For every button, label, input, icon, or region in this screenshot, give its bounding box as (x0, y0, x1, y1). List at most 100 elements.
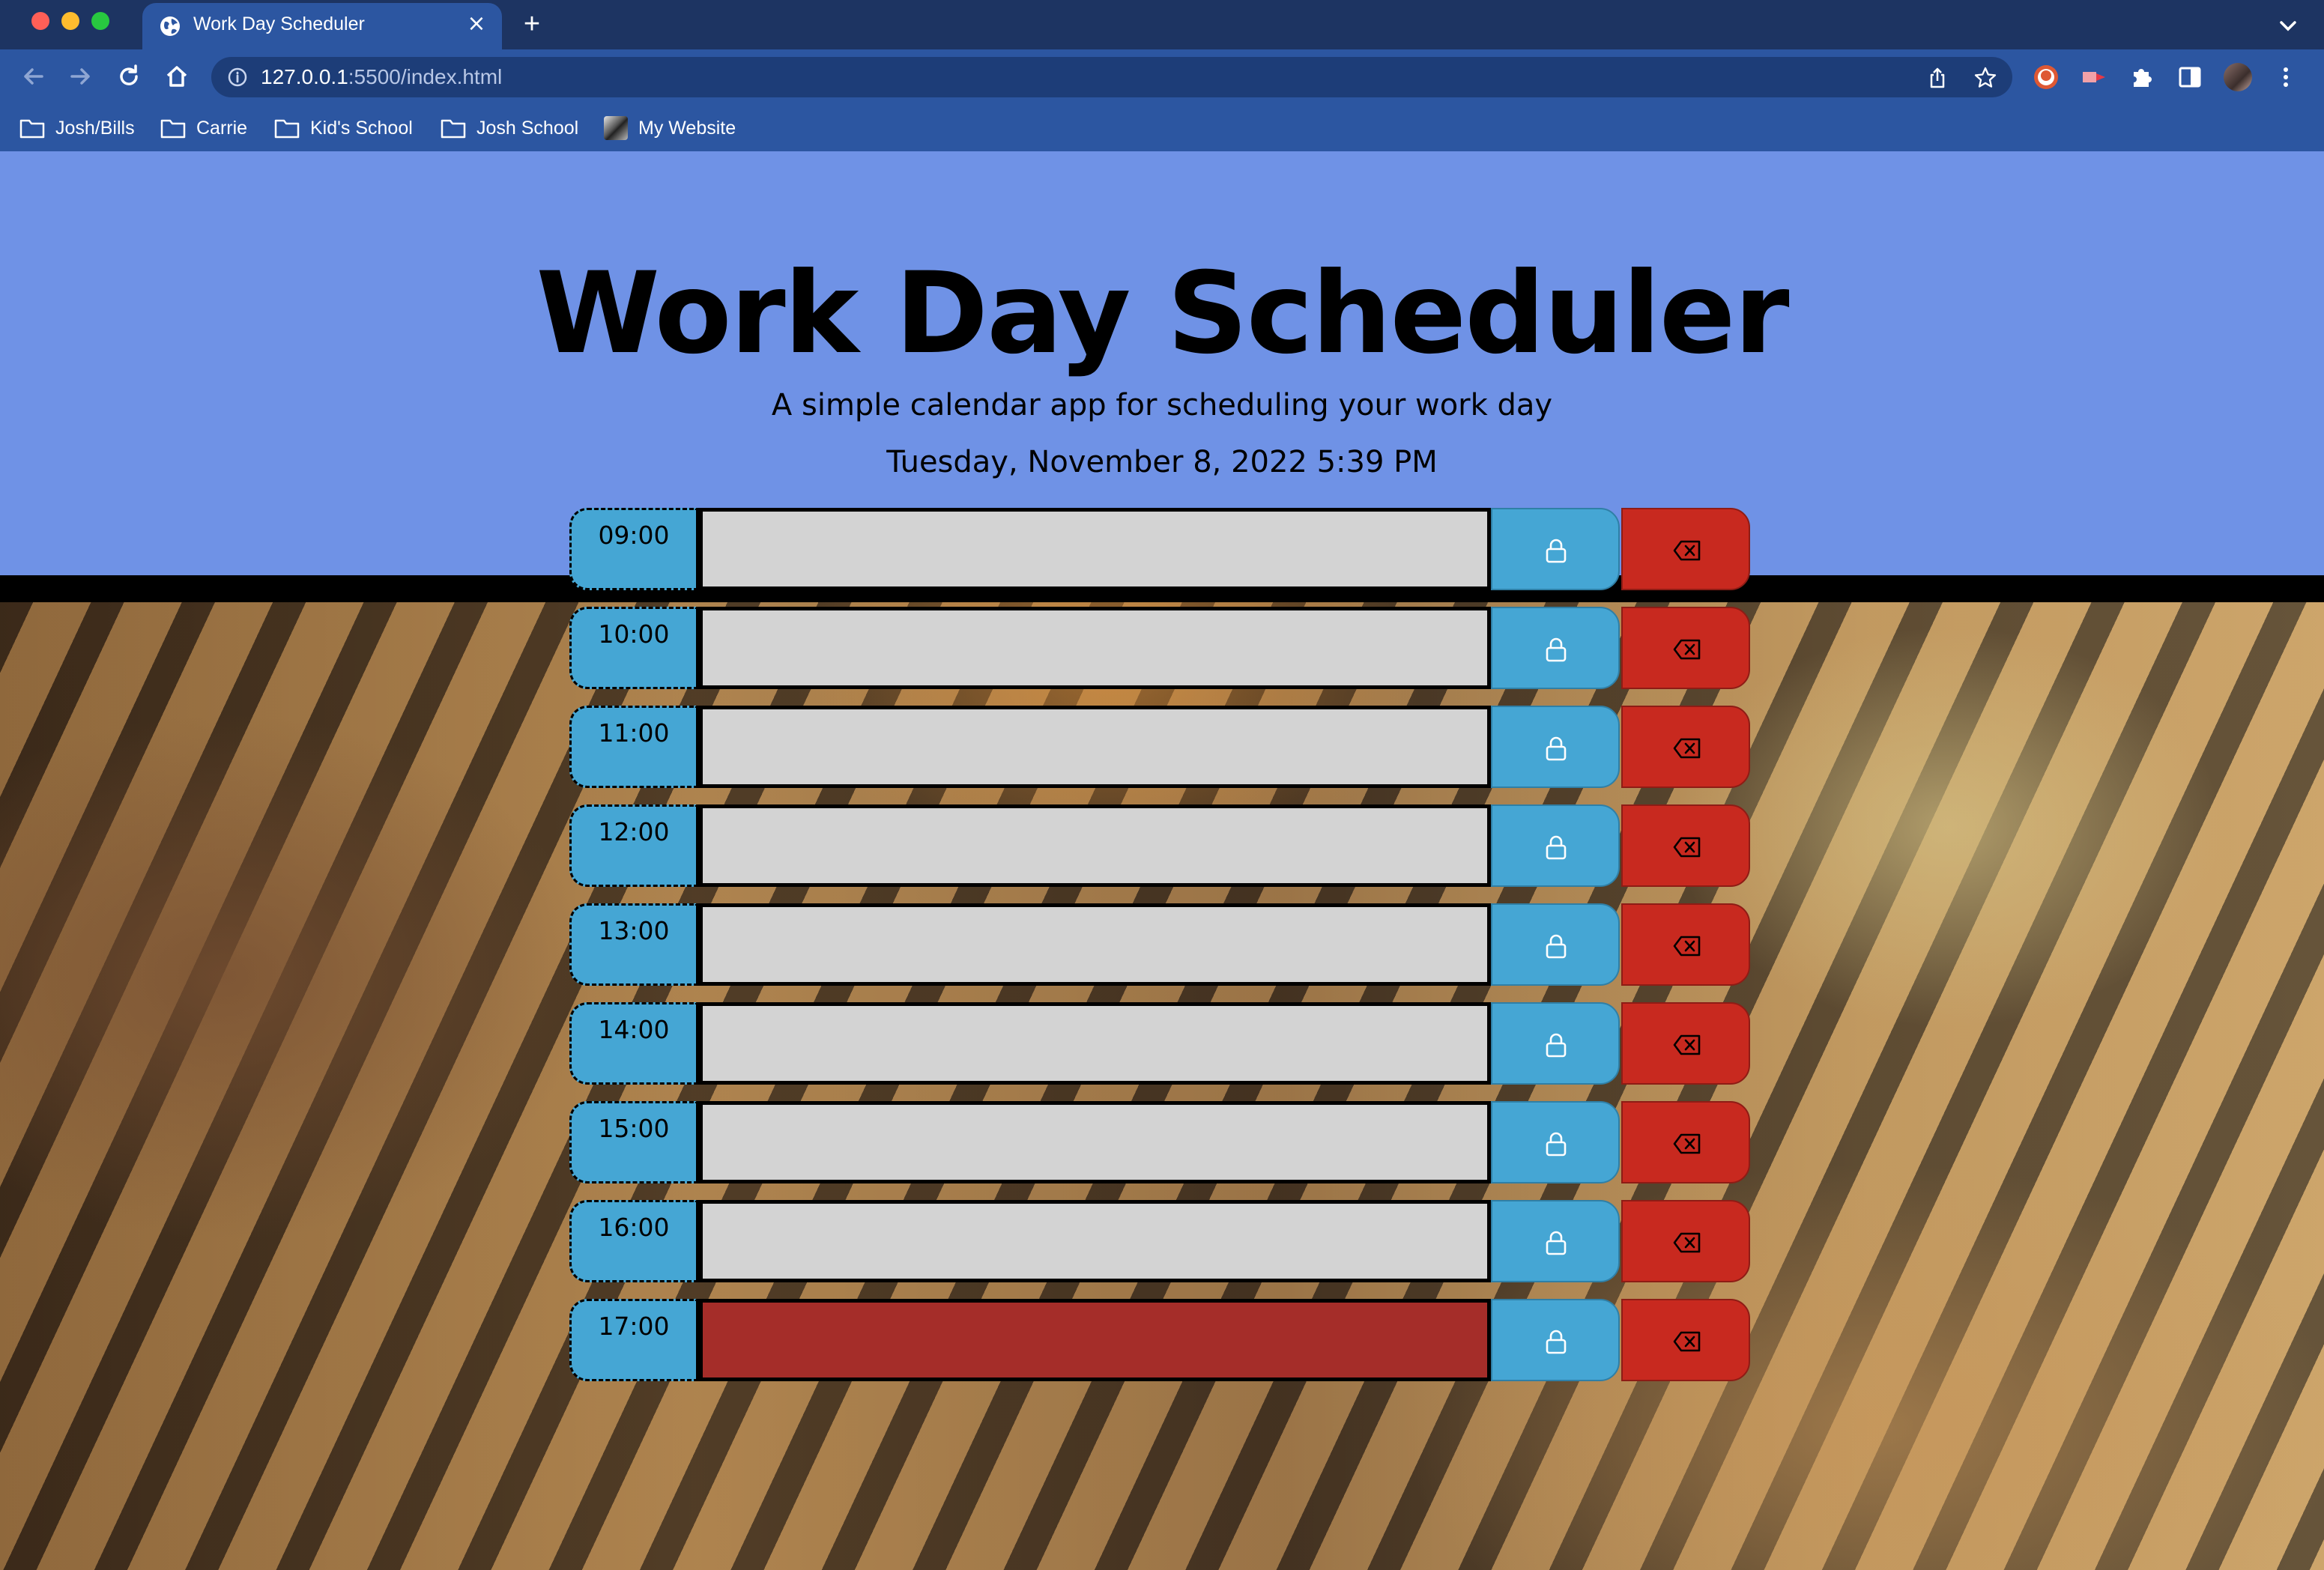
extensions-puzzle-icon[interactable] (2128, 63, 2156, 91)
hour-label-box: 15:00 (569, 1101, 698, 1183)
home-icon[interactable] (162, 61, 192, 91)
save-button[interactable] (1491, 1101, 1620, 1183)
hour-label-box: 13:00 (569, 903, 698, 986)
event-description-input[interactable] (698, 1200, 1491, 1282)
page-title: Work Day Scheduler (536, 249, 1790, 379)
backspace-icon (1673, 1034, 1701, 1055)
time-block-row-1200: 12:00 (569, 804, 1753, 887)
screencast-extension-icon[interactable] (2080, 63, 2108, 91)
event-description-input[interactable] (698, 1101, 1491, 1183)
hour-label-box: 17:00 (569, 1299, 698, 1381)
delete-button[interactable] (1621, 1002, 1750, 1085)
address-bar[interactable]: 127.0.0.1:5500/index.html (211, 57, 2012, 97)
bookmarks-bar: Josh/Bills Carrie Kid's School Josh Scho… (0, 105, 2324, 151)
time-block-row-1100: 11:00 (569, 706, 1753, 788)
lock-icon (1546, 835, 1567, 860)
save-button[interactable] (1491, 607, 1620, 689)
forward-arrow-icon[interactable] (66, 61, 96, 91)
backspace-icon (1673, 1232, 1701, 1253)
lock-icon (1546, 637, 1567, 662)
hour-label: 11:00 (598, 718, 670, 748)
browser-tab[interactable]: Work Day Scheduler × (142, 3, 502, 49)
new-tab-button[interactable]: + (518, 10, 545, 38)
delete-button[interactable] (1621, 706, 1750, 788)
hour-label: 09:00 (598, 521, 670, 550)
hour-label-box: 12:00 (569, 804, 698, 887)
event-description-input[interactable] (698, 903, 1491, 986)
delete-button[interactable] (1621, 903, 1750, 986)
duckduckgo-extension-icon[interactable] (2032, 63, 2060, 91)
folder-icon (274, 119, 300, 139)
chevron-down-icon[interactable] (2275, 12, 2302, 39)
backspace-icon (1673, 837, 1701, 858)
reload-icon[interactable] (114, 61, 144, 91)
lock-icon (1546, 1033, 1567, 1058)
bookmark-my-website[interactable]: My Website (604, 114, 736, 142)
bookmark-kids-school[interactable]: Kid's School (274, 114, 413, 142)
hour-label: 14:00 (598, 1015, 670, 1044)
lock-icon (1546, 934, 1567, 959)
hour-label-box: 14:00 (569, 1002, 698, 1085)
globe-icon (160, 16, 180, 36)
bookmark-carrie[interactable]: Carrie (160, 114, 247, 142)
tab-title: Work Day Scheduler (193, 13, 365, 34)
close-tab-icon[interactable]: × (463, 10, 490, 37)
hour-label: 15:00 (598, 1114, 670, 1143)
share-icon[interactable] (1925, 66, 1949, 90)
event-description-input[interactable] (698, 1002, 1491, 1085)
delete-button[interactable] (1621, 508, 1750, 590)
close-window-button[interactable] (31, 12, 49, 30)
side-panel-icon[interactable] (2176, 63, 2204, 91)
delete-button[interactable] (1621, 1200, 1750, 1282)
delete-button[interactable] (1621, 1101, 1750, 1183)
minimize-window-button[interactable] (61, 12, 79, 30)
url-host: 127.0.0.1 (261, 65, 348, 88)
profile-avatar[interactable] (2224, 63, 2252, 91)
hour-label-box: 16:00 (569, 1200, 698, 1282)
lock-icon (1546, 1231, 1567, 1255)
event-description-input[interactable] (698, 508, 1491, 590)
folder-icon (441, 119, 466, 139)
hour-label-box: 09:00 (569, 508, 698, 590)
event-description-input[interactable] (698, 804, 1491, 887)
hour-label-box: 10:00 (569, 607, 698, 689)
maximize-window-button[interactable] (91, 12, 109, 30)
save-button[interactable] (1491, 1200, 1620, 1282)
delete-button[interactable] (1621, 1299, 1750, 1381)
time-block-row-1500: 15:00 (569, 1101, 1753, 1183)
save-button[interactable] (1491, 706, 1620, 788)
folder-icon (19, 119, 45, 139)
backspace-icon (1673, 738, 1701, 759)
save-button[interactable] (1491, 903, 1620, 986)
delete-button[interactable] (1621, 804, 1750, 887)
bookmark-label: Josh School (476, 117, 579, 139)
backspace-icon (1673, 639, 1701, 660)
current-datetime: Tuesday, November 8, 2022 5:39 PM (886, 445, 1438, 479)
save-button[interactable] (1491, 1002, 1620, 1085)
lock-icon (1546, 736, 1567, 761)
more-vertical-icon[interactable] (2272, 63, 2300, 91)
backspace-icon (1673, 1133, 1701, 1154)
event-description-input[interactable] (698, 706, 1491, 788)
event-description-input[interactable] (698, 1299, 1491, 1381)
time-block-row-1600: 16:00 (569, 1200, 1753, 1282)
url-path: :5500/index.html (348, 65, 503, 88)
delete-button[interactable] (1621, 607, 1750, 689)
bookmark-josh-bills[interactable]: Josh/Bills (19, 114, 135, 142)
save-button[interactable] (1491, 1299, 1620, 1381)
back-arrow-icon[interactable] (18, 61, 48, 91)
bookmark-josh-school[interactable]: Josh School (441, 114, 578, 142)
bookmark-label: Kid's School (310, 117, 413, 139)
hour-label-box: 11:00 (569, 706, 698, 788)
time-block-row-0900: 09:00 (569, 508, 1753, 590)
bookmark-star-icon[interactable] (1973, 66, 1997, 90)
hour-label: 10:00 (598, 619, 670, 649)
bookmark-label: Carrie (196, 117, 248, 139)
time-block-row-1300: 13:00 (569, 903, 1753, 986)
backspace-icon (1673, 1331, 1701, 1352)
folder-icon (160, 119, 186, 139)
event-description-input[interactable] (698, 607, 1491, 689)
save-button[interactable] (1491, 804, 1620, 887)
save-button[interactable] (1491, 508, 1620, 590)
info-icon[interactable] (226, 66, 249, 88)
